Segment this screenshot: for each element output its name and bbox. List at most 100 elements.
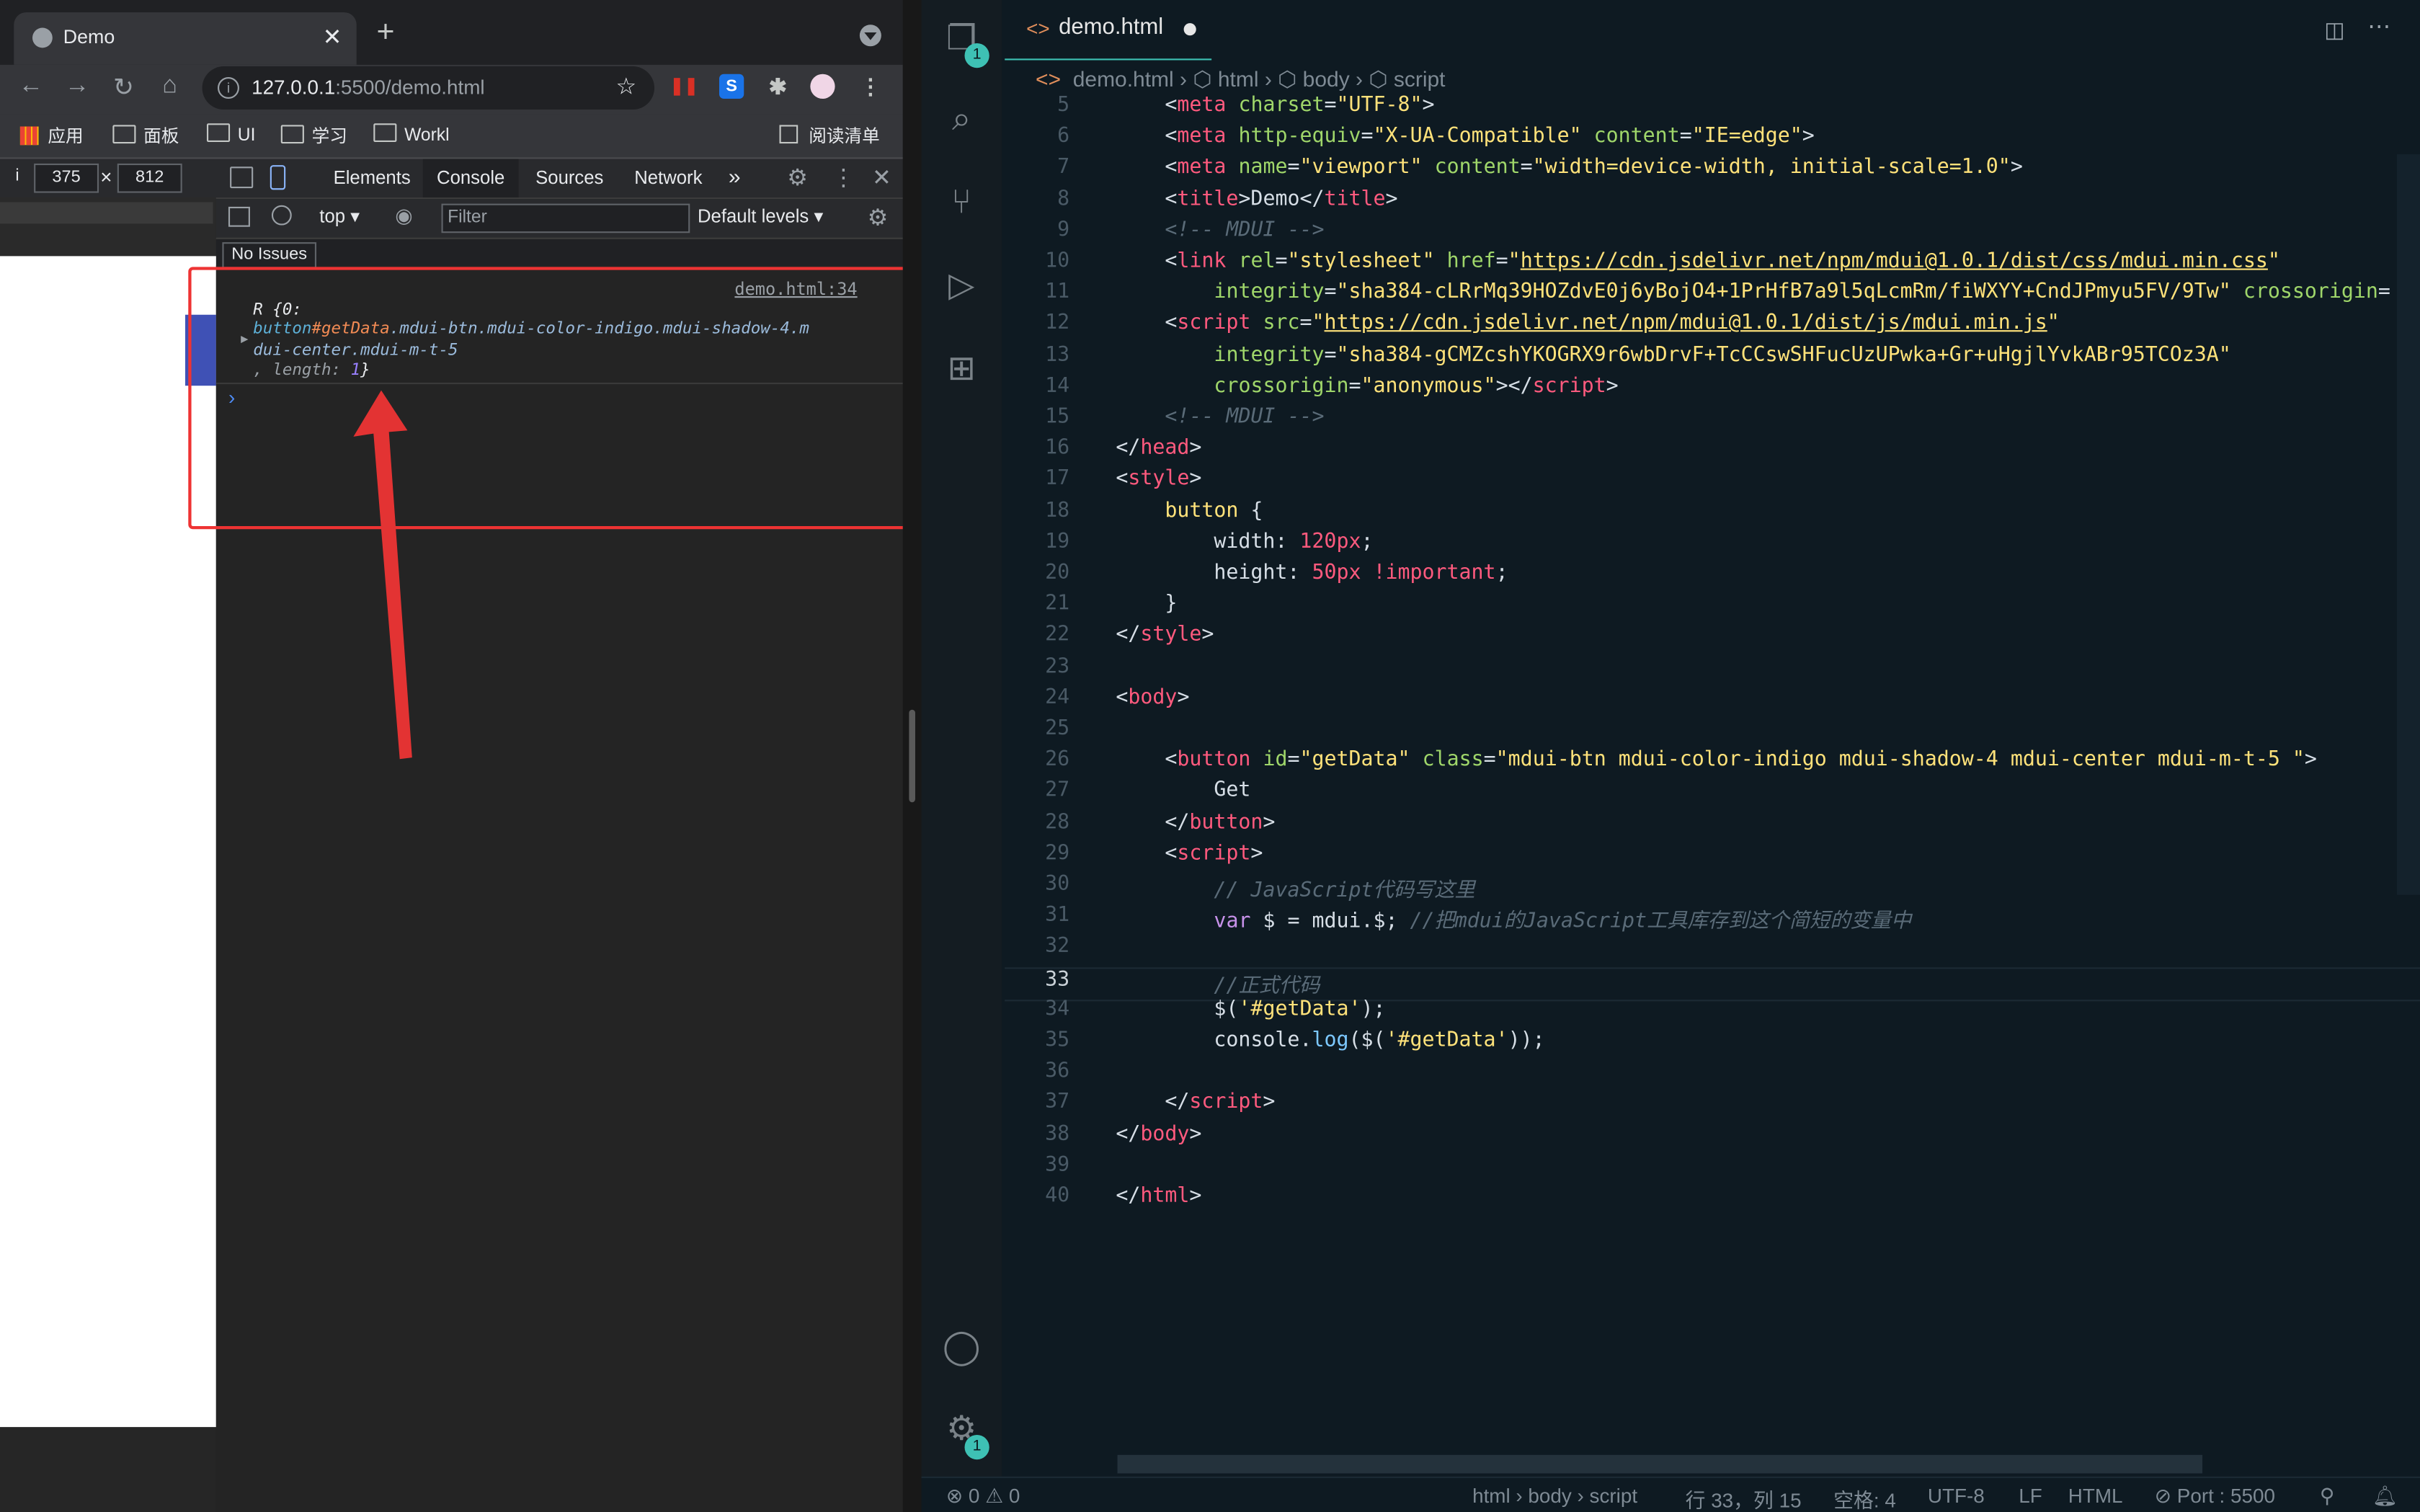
viewport-height-field[interactable]: 812: [117, 163, 182, 193]
horizontal-scrollbar[interactable]: [1117, 1454, 2203, 1474]
url-text: 127.0.0.1:5500/demo.html: [252, 75, 485, 99]
bookmarks-bar: 应用 面板 UI 学习 Workl 阅读清单: [0, 114, 903, 159]
close-icon[interactable]: ✕: [323, 23, 342, 50]
splitter-grip[interactable]: [909, 709, 915, 803]
kebab-menu-icon[interactable]: ⋮: [832, 164, 855, 191]
log-levels-select[interactable]: Default levels ▾: [698, 205, 823, 227]
new-tab-button[interactable]: +: [377, 15, 395, 50]
settings-badge: 1: [964, 1434, 989, 1460]
live-server-port[interactable]: ⊘ Port : 5500: [2155, 1484, 2275, 1508]
device-label: i: [15, 166, 19, 185]
forward-icon[interactable]: →: [62, 73, 93, 101]
annotation-arrow: [353, 390, 412, 760]
folder-icon: [280, 125, 304, 144]
reload-icon[interactable]: ↻: [108, 73, 139, 104]
html-file-icon: <>: [1026, 17, 1050, 40]
kebab-menu-icon[interactable]: ⋮: [858, 74, 883, 99]
breadcrumb-item[interactable]: demo.html: [1073, 66, 1174, 91]
editor-tab-label: demo.html: [1059, 15, 1164, 40]
bookmark-folder[interactable]: Workl: [373, 123, 450, 145]
more-tabs-icon[interactable]: »: [729, 164, 741, 188]
bell-icon[interactable]: 🔔︎: [2372, 1484, 2398, 1508]
problems-indicator[interactable]: ⊗ 0 ⚠ 0: [946, 1484, 1020, 1508]
status-bar: ⊗ 0 ⚠ 0 html › body › script 行 33，列 15 空…: [921, 1476, 2420, 1512]
annotation-highlight-box: [188, 267, 903, 530]
status-path[interactable]: html › body › script: [1472, 1484, 1637, 1507]
more-actions-icon[interactable]: ⋯: [2367, 12, 2390, 40]
clear-console-icon[interactable]: [271, 205, 292, 226]
reading-list-icon: [779, 125, 798, 144]
extension-icon[interactable]: ❚❚: [669, 74, 698, 99]
context-select[interactable]: top ▾: [319, 205, 360, 227]
sidebar-toggle-icon[interactable]: [228, 206, 250, 227]
close-icon[interactable]: ✕: [872, 164, 891, 191]
avatar[interactable]: [810, 74, 835, 99]
folder-icon: [206, 123, 231, 142]
editor-tab-demo-html[interactable]: <> demo.html: [1005, 0, 1212, 61]
eye-icon[interactable]: ◉: [395, 204, 412, 228]
explorer-badge: 1: [964, 43, 989, 68]
indentation[interactable]: 空格: 4: [1833, 1484, 1896, 1512]
bookmark-folder[interactable]: UI: [206, 123, 255, 145]
breadcrumb: <> demo.html › ⬡ html › ⬡ body › ⬡ scrip…: [1036, 66, 1446, 92]
console-toolbar: top ▾ ◉ Filter Default levels ▾ ⚙: [215, 199, 903, 239]
tab-elements[interactable]: Elements: [334, 166, 411, 188]
language-mode[interactable]: HTML: [2068, 1484, 2123, 1507]
tab-network[interactable]: Network: [634, 166, 702, 188]
puzzle-icon[interactable]: ✱: [765, 74, 790, 99]
filter-input[interactable]: Filter: [441, 203, 690, 234]
issues-button[interactable]: No Issues: [222, 242, 316, 269]
browser-toolbar: ← → ↻ ⌂ i 127.0.0.1:5500/demo.html ☆ ❚❚ …: [0, 64, 903, 115]
folder-icon: [373, 123, 397, 142]
folder-icon: [112, 125, 136, 144]
back-icon[interactable]: ←: [15, 73, 46, 101]
html-file-icon: <>: [1036, 66, 1062, 92]
bookmark-apps[interactable]: 应用: [19, 123, 84, 148]
devtools-toolbar: i 375 × 812 Elements Console Sources Net…: [0, 159, 903, 200]
globe-icon: [32, 27, 53, 48]
info-icon[interactable]: i: [217, 77, 239, 99]
tab-title: Demo: [63, 26, 115, 48]
tab-console[interactable]: Console: [422, 159, 519, 198]
extension-s-icon[interactable]: S: [719, 74, 744, 99]
viewport-width-field[interactable]: 375: [34, 163, 99, 193]
account-icon[interactable]: ◯: [940, 1327, 983, 1370]
breadcrumb-item[interactable]: body: [1303, 66, 1350, 91]
gear-icon[interactable]: ⚙: [787, 164, 808, 191]
unsaved-dot-icon[interactable]: [1183, 23, 1196, 36]
browser-window: Demo ✕ + ← → ↻ ⌂ i 127.0.0.1:5500/demo.h…: [0, 0, 903, 1512]
activity-bar: ❐ ⌕ ⑂ ▷ ⊞ ◯ ⚙: [921, 0, 1002, 1477]
overview-ruler[interactable]: [2396, 154, 2420, 895]
apps-grid-icon: [19, 126, 39, 146]
run-debug-icon[interactable]: ▷: [940, 265, 983, 308]
ruler: [0, 202, 213, 224]
source-control-icon[interactable]: ⑂: [940, 182, 983, 226]
dimension-separator: ×: [100, 165, 112, 189]
tab-search-icon[interactable]: [859, 25, 881, 47]
split-editor-icon[interactable]: ◫: [2324, 17, 2344, 43]
window-splitter[interactable]: [902, 0, 922, 1512]
tab-sources[interactable]: Sources: [535, 166, 603, 188]
search-icon[interactable]: ⌕: [940, 99, 983, 142]
bookmark-folder[interactable]: 面板: [112, 123, 179, 148]
current-line: 33 //正式代码: [1005, 966, 2420, 1001]
extensions-icon[interactable]: ⊞: [940, 349, 983, 392]
page-viewport: [0, 256, 216, 1428]
encoding[interactable]: UTF-8: [1928, 1484, 1985, 1507]
home-icon[interactable]: ⌂: [154, 73, 185, 101]
device-frame-bottom: [0, 1427, 216, 1512]
cursor-position[interactable]: 行 33，列 15: [1686, 1484, 1802, 1512]
console-settings-icon[interactable]: ⚙: [868, 204, 889, 231]
address-bar[interactable]: i 127.0.0.1:5500/demo.html ☆: [202, 66, 655, 110]
tab-demo[interactable]: Demo ✕: [14, 12, 357, 65]
breadcrumb-item[interactable]: html: [1218, 66, 1259, 91]
inspect-element-icon[interactable]: [230, 166, 254, 189]
breadcrumb-item[interactable]: script: [1394, 66, 1446, 91]
reading-list[interactable]: 阅读清单: [779, 123, 880, 148]
bookmark-star-icon[interactable]: ☆: [615, 73, 636, 100]
tab-strip: Demo ✕ +: [0, 0, 903, 65]
device-toolbar-icon[interactable]: [270, 165, 286, 190]
feedback-icon[interactable]: ⚲: [2320, 1484, 2334, 1508]
line-ending[interactable]: LF: [2019, 1484, 2042, 1507]
bookmark-folder[interactable]: 学习: [280, 123, 347, 148]
